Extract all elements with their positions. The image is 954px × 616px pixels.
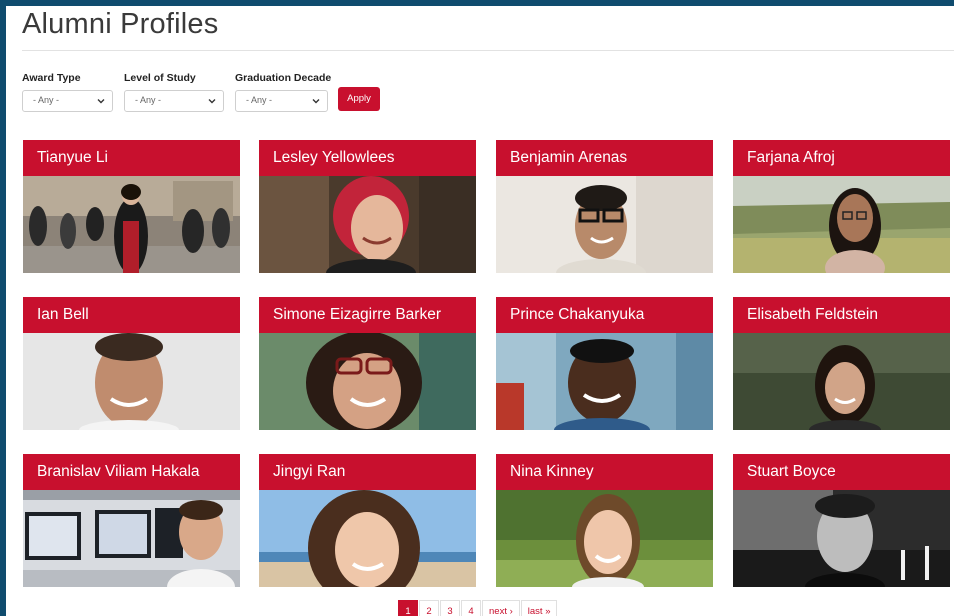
award-type-select[interactable]: - Any -	[22, 90, 113, 112]
filter-level-of-study: Level of Study - Any -	[124, 72, 224, 112]
profile-photo	[496, 490, 713, 587]
profile-name: Nina Kinney	[496, 454, 713, 490]
profile-card[interactable]: Simone Eizagirre Barker	[259, 297, 476, 430]
profile-photo	[496, 176, 713, 273]
profile-name: Prince Chakanyuka	[496, 297, 713, 333]
profile-photo	[733, 176, 950, 273]
profile-name: Benjamin Arenas	[496, 140, 713, 176]
apply-button[interactable]: Apply	[338, 87, 380, 111]
profile-name: Ian Bell	[23, 297, 240, 333]
profile-photo	[23, 333, 240, 430]
page-title: Alumni Profiles	[22, 8, 219, 40]
profile-name: Farjana Afroj	[733, 140, 950, 176]
profile-name: Tianyue Li	[23, 140, 240, 176]
profile-card[interactable]: Stuart Boyce	[733, 454, 950, 587]
profile-name: Simone Eizagirre Barker	[259, 297, 476, 333]
profile-photo	[23, 490, 240, 587]
chevron-down-icon	[312, 99, 320, 104]
profile-card[interactable]: Jingyi Ran	[259, 454, 476, 587]
profile-card[interactable]: Benjamin Arenas	[496, 140, 713, 273]
filter-label: Award Type	[22, 72, 81, 84]
profile-card[interactable]: Ian Bell	[23, 297, 240, 430]
profile-card[interactable]: Branislav Viliam Hakala	[23, 454, 240, 587]
page: Alumni Profiles Award Type - Any - Level…	[6, 6, 954, 616]
page-2-link[interactable]: 2	[419, 600, 439, 616]
page-3-link[interactable]: 3	[440, 600, 460, 616]
profile-card[interactable]: Lesley Yellowlees	[259, 140, 476, 273]
profile-photo	[259, 176, 476, 273]
profile-name: Elisabeth Feldstein	[733, 297, 950, 333]
select-value: - Any -	[135, 95, 162, 105]
profile-name: Jingyi Ran	[259, 454, 476, 490]
chevron-down-icon	[97, 99, 105, 104]
divider	[22, 50, 954, 51]
profile-name: Branislav Viliam Hakala	[23, 454, 240, 490]
profile-photo	[733, 333, 950, 430]
profile-name: Stuart Boyce	[733, 454, 950, 490]
profile-card[interactable]: Tianyue Li	[23, 140, 240, 273]
graduation-decade-select[interactable]: - Any -	[235, 90, 328, 112]
profile-card[interactable]: Nina Kinney	[496, 454, 713, 587]
filter-label: Level of Study	[124, 72, 196, 84]
filter-label: Graduation Decade	[235, 72, 332, 84]
filter-award-type: Award Type - Any -	[22, 72, 113, 112]
filter-graduation-decade: Graduation Decade - Any -	[235, 72, 331, 112]
profile-name: Lesley Yellowlees	[259, 140, 476, 176]
profile-photo	[496, 333, 713, 430]
select-value: - Any -	[246, 95, 273, 105]
profile-card[interactable]: Prince Chakanyuka	[496, 297, 713, 430]
page-1-link[interactable]: 1	[398, 600, 418, 616]
profile-card[interactable]: Farjana Afroj	[733, 140, 950, 273]
profile-card[interactable]: Elisabeth Feldstein	[733, 297, 950, 430]
next-page-link[interactable]: next ›	[482, 600, 520, 616]
level-of-study-select[interactable]: - Any -	[124, 90, 224, 112]
pagination: 1 2 3 4 next › last »	[398, 600, 558, 616]
last-page-link[interactable]: last »	[520, 600, 558, 616]
profile-photo	[259, 490, 476, 587]
page-4-link[interactable]: 4	[461, 600, 481, 616]
chevron-down-icon	[208, 99, 216, 104]
profile-photo	[23, 176, 240, 273]
profile-photo	[733, 490, 950, 587]
select-value: - Any -	[33, 95, 60, 105]
profile-photo	[259, 333, 476, 430]
